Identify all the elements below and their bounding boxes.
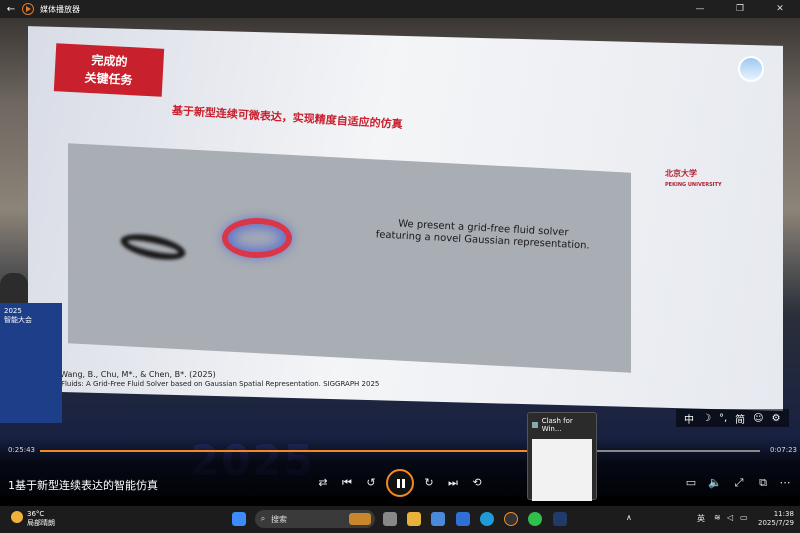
preview-body bbox=[532, 439, 592, 501]
university-logo: 北京大学 PEKING UNIVERSITY bbox=[665, 168, 722, 188]
taskbar-preview[interactable]: Clash for Win... bbox=[527, 412, 597, 501]
moon-icon[interactable]: ☽ bbox=[702, 413, 711, 424]
window-title: 媒体播放器 bbox=[40, 4, 80, 14]
store-icon[interactable] bbox=[431, 512, 445, 526]
wechat-icon[interactable] bbox=[528, 512, 542, 526]
preview-title: Clash for Win... bbox=[528, 413, 596, 437]
back-button[interactable]: ← bbox=[0, 4, 22, 15]
gear-icon[interactable]: ⚙ bbox=[772, 413, 781, 424]
shuffle-icon[interactable]: ⇄ bbox=[314, 476, 332, 489]
rewind-icon[interactable]: ↺ bbox=[362, 476, 380, 489]
speaker-icon[interactable]: ◁ bbox=[727, 513, 733, 522]
volume-icon[interactable]: 🔈 bbox=[706, 476, 724, 489]
search-highlight-icon bbox=[349, 513, 371, 525]
podium-year: 2025 bbox=[4, 307, 22, 315]
fullscreen-icon[interactable]: ⤢ bbox=[730, 476, 748, 490]
media-player-taskbar-icon[interactable] bbox=[504, 512, 518, 526]
pause-button[interactable] bbox=[386, 469, 414, 497]
simplified-toggle[interactable]: 简 bbox=[735, 411, 745, 426]
ime-toolbar: 中 ☽ °, 简 ☺ ⚙ bbox=[676, 409, 789, 427]
clash-taskbar-icon[interactable] bbox=[553, 512, 567, 526]
clash-icon bbox=[532, 422, 538, 428]
search-placeholder: 搜索 bbox=[271, 514, 287, 524]
tray-expand-icon[interactable]: ∧ bbox=[626, 513, 632, 522]
weather-widget[interactable]: 36°C 局部晴朗 bbox=[27, 510, 55, 528]
preview-title-text: Clash for Win... bbox=[541, 417, 573, 433]
edge-icon[interactable] bbox=[480, 512, 494, 526]
weather-icon[interactable] bbox=[11, 511, 23, 523]
app-icon[interactable] bbox=[456, 512, 470, 526]
wifi-icon[interactable]: ≋ bbox=[714, 513, 721, 522]
speaker bbox=[0, 273, 28, 303]
seek-bar[interactable] bbox=[40, 447, 760, 455]
total-time: 0:07:23 bbox=[770, 446, 797, 454]
taskbar bbox=[0, 506, 800, 533]
previous-icon[interactable]: ⏮ bbox=[338, 476, 356, 490]
clock-date: 2025/7/29 bbox=[758, 519, 794, 527]
next-icon[interactable]: ⏭ bbox=[444, 476, 462, 490]
battery-icon[interactable]: ▭ bbox=[740, 513, 748, 522]
punctuation-toggle[interactable]: °, bbox=[719, 413, 727, 424]
close-button[interactable]: ✕ bbox=[760, 4, 800, 14]
emoji-icon[interactable]: ☺ bbox=[753, 413, 763, 424]
slide-badge: 完成的 关键任务 bbox=[53, 43, 165, 97]
mini-player-icon[interactable]: ⧉ bbox=[754, 476, 772, 490]
system-clock[interactable]: 11:38 2025/7/29 bbox=[758, 510, 794, 528]
avatar[interactable] bbox=[738, 56, 764, 82]
current-time: 0:25:43 bbox=[8, 446, 35, 454]
citation-paper: an Fluids: A Grid-Free Fluid Solver base… bbox=[50, 380, 380, 388]
windows-start-icon[interactable] bbox=[232, 512, 246, 526]
ime-chinese-toggle[interactable]: 中 bbox=[684, 411, 694, 426]
media-player-icon bbox=[22, 3, 34, 15]
track-title: 1基于新型连续表达的智能仿真 bbox=[8, 479, 158, 492]
maximize-button[interactable]: ❐ bbox=[720, 4, 760, 14]
gaussian-vortex-ring bbox=[222, 218, 292, 258]
forward-icon[interactable]: ↻ bbox=[420, 476, 438, 489]
weather-temp: 36°C bbox=[27, 510, 45, 518]
task-view-icon[interactable] bbox=[383, 512, 397, 526]
podium-text: 智能大会 bbox=[4, 316, 32, 324]
seek-bar-fill bbox=[40, 450, 585, 452]
taskbar-search[interactable]: ⌕ 搜索 bbox=[255, 510, 375, 528]
logo-text: 北京大学 bbox=[665, 169, 697, 178]
search-icon: ⌕ bbox=[260, 514, 266, 523]
clock-time: 11:38 bbox=[773, 510, 794, 518]
repeat-icon[interactable]: ⟲ bbox=[468, 476, 486, 489]
minimize-button[interactable]: — bbox=[680, 4, 720, 14]
title-bar: ← 媒体播放器 — ❐ ✕ bbox=[0, 0, 800, 18]
podium: 2025 智能大会 bbox=[0, 303, 62, 423]
input-language[interactable]: 英 bbox=[697, 513, 705, 524]
logo-sub: PEKING UNIVERSITY bbox=[665, 182, 722, 188]
citation-authors: , Wang, B., Chu, M*., & Chen, B*. (2025) bbox=[55, 370, 216, 379]
subtitles-icon[interactable]: ▭ bbox=[682, 476, 700, 489]
more-icon[interactable]: ⋯ bbox=[776, 476, 794, 489]
file-explorer-icon[interactable] bbox=[407, 512, 421, 526]
weather-desc: 局部晴朗 bbox=[27, 519, 55, 527]
